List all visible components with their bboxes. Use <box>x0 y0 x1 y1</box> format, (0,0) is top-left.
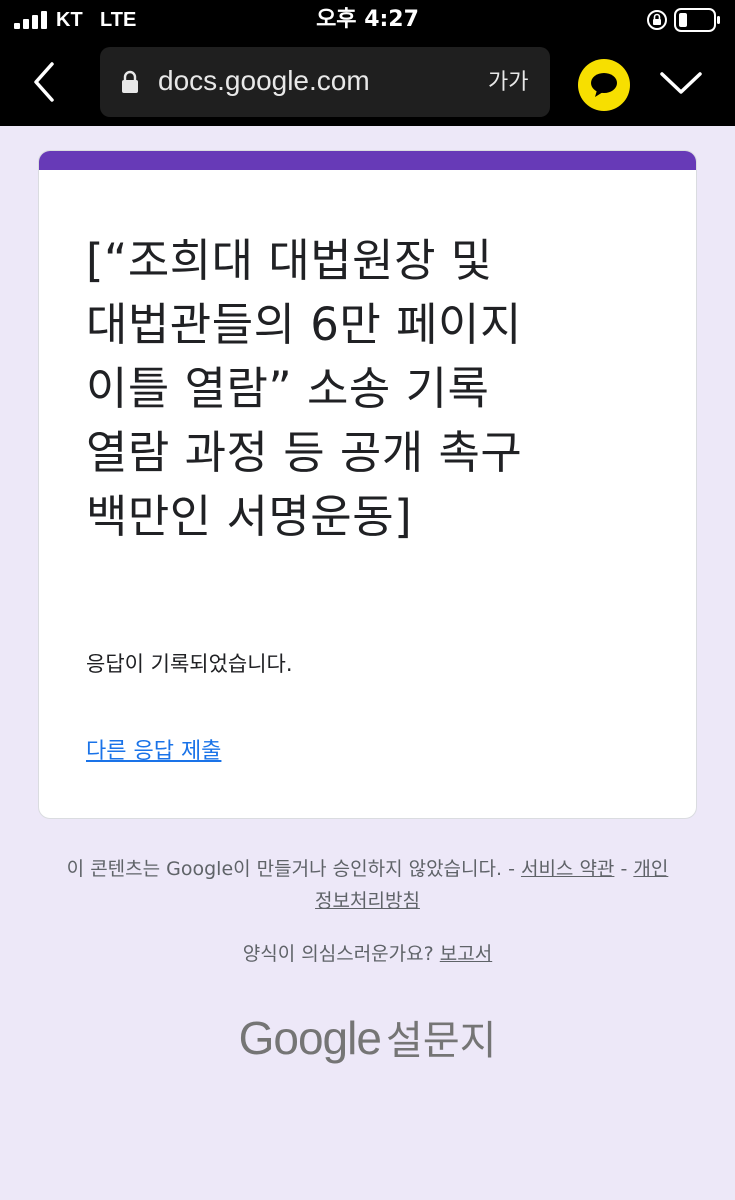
card-accent-bar <box>39 151 696 170</box>
brand-google-text: Google <box>238 1012 382 1064</box>
form-title-line: 이틀 열람” 소송 기록 <box>86 362 490 415</box>
footer-separator: - <box>614 858 634 880</box>
submit-another-response-link[interactable]: 다른 응답 제출 <box>86 737 221 767</box>
report-abuse-link[interactable]: 보고서 <box>440 943 492 965</box>
form-title-line: 열람 과정 등 공개 촉구 <box>86 426 523 479</box>
form-title-line: 대법관들의 6만 페이지 <box>86 298 522 351</box>
kakaotalk-button[interactable] <box>578 59 630 111</box>
response-card: [“조희대 대법원장 및 대법관들의 6만 페이지 이틀 열람” 소송 기록 열… <box>38 150 697 819</box>
status-bar: KT LTE 오후 4:27 <box>0 0 735 40</box>
disclaimer-text: 이 콘텐츠는 Google이 만들거나 승인하지 않았습니다. - <box>66 858 521 880</box>
confirmation-message: 응답이 기록되었습니다. <box>86 652 293 676</box>
form-title-line: 백만인 서명운동] <box>86 490 413 543</box>
brand-product-text: 설문지 <box>386 1018 497 1064</box>
form-title-line: [“조희대 대법원장 및 <box>86 234 493 287</box>
rotation-lock-icon <box>647 10 667 30</box>
form-title: [“조희대 대법원장 및 대법관들의 6만 페이지 이틀 열람” 소송 기록 열… <box>86 229 666 549</box>
chevron-left-icon <box>34 62 54 102</box>
browser-top-bar: KT LTE 오후 4:27 docs.google.com 가가 <box>0 0 735 126</box>
status-time: 오후 4:27 <box>316 7 419 32</box>
footer-disclaimer: 이 콘텐츠는 Google이 만들거나 승인하지 않았습니다. - 서비스 약관… <box>60 853 675 917</box>
address-bar[interactable]: docs.google.com 가가 <box>100 47 550 117</box>
url-text: docs.google.com <box>158 65 370 96</box>
terms-of-service-link[interactable]: 서비스 약관 <box>521 858 614 880</box>
text-size-button[interactable]: 가가 <box>488 69 528 97</box>
kakaotalk-icon <box>591 73 617 97</box>
google-forms-logo[interactable]: Google 설문지 <box>0 1010 735 1077</box>
report-question: 양식이 의심스러운가요? <box>242 943 440 965</box>
lock-icon <box>122 70 138 93</box>
footer-report: 양식이 의심스러운가요? 보고서 <box>0 938 735 970</box>
chevron-down-icon <box>660 72 702 94</box>
battery-icon <box>674 8 720 32</box>
collapse-toolbar-button[interactable] <box>656 62 706 106</box>
back-button[interactable] <box>22 58 70 106</box>
